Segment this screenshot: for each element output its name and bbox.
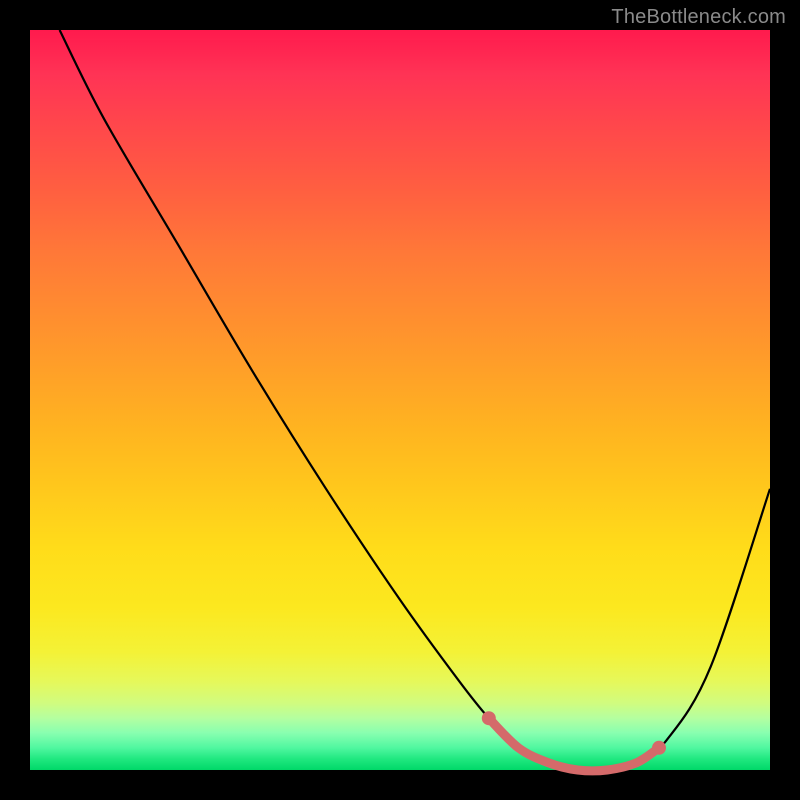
- chart-svg: [30, 30, 770, 770]
- bottleneck-curve-line: [60, 30, 770, 771]
- chart-container: { "watermark": "TheBottleneck.com", "cha…: [0, 0, 800, 800]
- plot-area: [30, 30, 770, 770]
- watermark-text: TheBottleneck.com: [611, 6, 786, 29]
- optimal-range-line: [489, 718, 659, 771]
- optimal-range-dot-start: [482, 711, 496, 725]
- optimal-range-dot-end: [652, 741, 666, 755]
